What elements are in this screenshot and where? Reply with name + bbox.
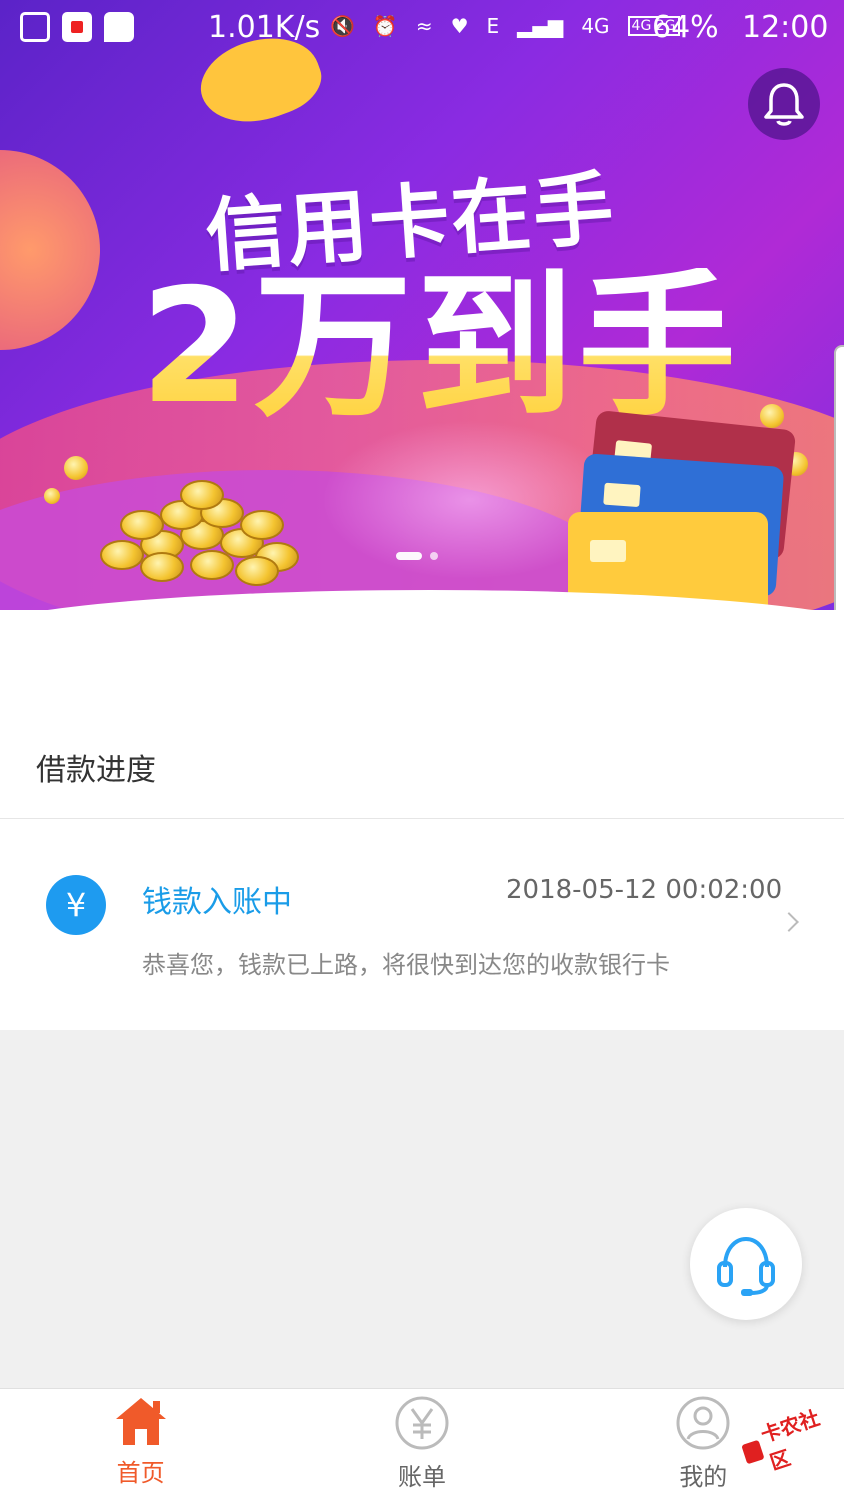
carousel-dot: [430, 552, 438, 560]
yen-icon: ¥: [46, 875, 106, 935]
nav-label-mine: 我的: [679, 1463, 728, 1491]
home-icon: [115, 1398, 166, 1445]
network-type-4g: 4G: [581, 14, 610, 38]
promo-banner[interactable]: 信用卡在手 2万到手 1.01K/s 🔇 ⏰ ≈ ♥ E ▂▄▆ 4G 4G 2…: [0, 0, 844, 620]
banner-subheadline: 2万到手: [140, 255, 740, 439]
status-bar: 1.01K/s 🔇 ⏰ ≈ ♥ E ▂▄▆ 4G 4G 2G 64% 12:00: [0, 0, 844, 60]
progress-status-title: 钱款入账中: [142, 885, 292, 920]
shopping-bag-icon: [20, 12, 50, 42]
battery-level: 64%: [652, 10, 719, 45]
wifi-icon: ≈: [415, 14, 433, 38]
customer-service-button[interactable]: [690, 1208, 802, 1320]
coin-icon: [64, 456, 88, 480]
progress-timestamp: 2018-05-12 00:02:00: [506, 875, 783, 905]
chevron-right-icon: [779, 912, 799, 932]
nav-label-bills: 账单: [397, 1463, 446, 1491]
vibrate-mute-icon: 🔇: [330, 14, 355, 38]
alarm-icon: ⏰: [372, 14, 398, 38]
nav-label-home: 首页: [116, 1459, 165, 1487]
nav-item-bills[interactable]: 账单: [281, 1389, 562, 1500]
credit-cards-illustration: [560, 409, 797, 620]
clock: 12:00: [742, 10, 829, 45]
loan-progress-item[interactable]: ¥ 钱款入账中 2018-05-12 00:02:00 恭喜您，钱款已上路，将很…: [0, 819, 844, 1029]
loan-progress-section: 借款进度 ¥ 钱款入账中 2018-05-12 00:02:00 恭喜您，钱款已…: [0, 610, 844, 1030]
message-icon: [104, 12, 134, 42]
notification-bell-button[interactable]: [748, 68, 820, 140]
app-notification-icon: [62, 12, 92, 42]
gold-coins-illustration: [90, 480, 310, 590]
carousel-dot-active: [396, 552, 422, 560]
user-icon: [676, 1396, 730, 1450]
edge-panel-handle[interactable]: [834, 345, 844, 630]
progress-description: 恭喜您，钱款已上路，将很快到达您的收款银行卡: [142, 951, 670, 979]
carousel-indicator: [396, 552, 438, 560]
heart-app-icon: ♥: [450, 14, 469, 38]
bell-icon: [764, 83, 804, 126]
network-type-e: E: [486, 14, 500, 38]
bottom-navigation: 首页 账单 我的: [0, 1388, 844, 1500]
coin-icon: [44, 488, 60, 504]
yen-icon: [395, 1396, 449, 1450]
nav-item-home[interactable]: 首页: [0, 1389, 281, 1500]
section-title: 借款进度: [36, 753, 156, 788]
headset-icon: [717, 1236, 775, 1296]
network-speed: 1.01K/s: [208, 10, 321, 45]
banner-blob: [0, 150, 100, 350]
signal-icon: ▂▄▆: [517, 14, 564, 38]
